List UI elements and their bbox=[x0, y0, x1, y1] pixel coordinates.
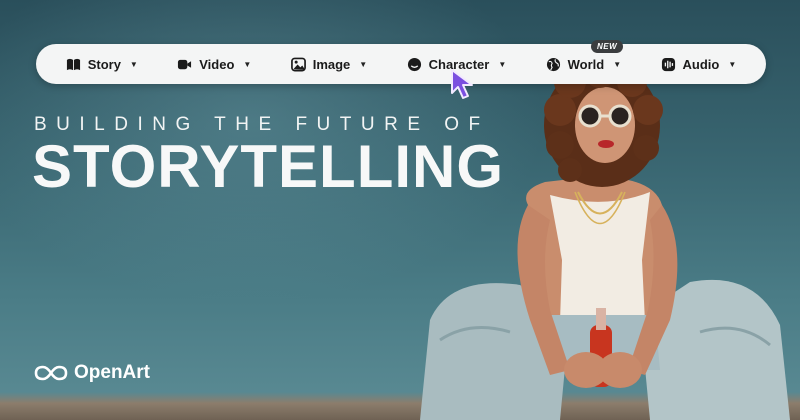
brand-name: OpenArt bbox=[74, 362, 150, 383]
chevron-down-icon: ▼ bbox=[359, 59, 368, 69]
book-icon bbox=[66, 58, 80, 70]
globe-icon bbox=[546, 57, 560, 71]
nav-item-video[interactable]: Video ▼ bbox=[177, 57, 251, 72]
chevron-down-icon: ▼ bbox=[728, 59, 737, 69]
nav-item-label: Audio bbox=[682, 56, 720, 72]
new-badge: NEW bbox=[590, 39, 624, 53]
chevron-down-icon: ▼ bbox=[129, 59, 138, 69]
chevron-down-icon: ▼ bbox=[613, 59, 622, 69]
chevron-down-icon: ▼ bbox=[498, 59, 507, 69]
nav-item-label: Story bbox=[87, 56, 121, 72]
nav-item-label: Image bbox=[312, 56, 351, 72]
nav-item-label: Video bbox=[199, 56, 235, 72]
image-icon bbox=[290, 57, 306, 71]
nav-item-image[interactable]: Image ▼ bbox=[290, 56, 368, 72]
video-camera-icon bbox=[178, 59, 192, 69]
openart-logo[interactable]: OpenArt bbox=[34, 362, 150, 384]
infinity-logo-icon bbox=[34, 365, 68, 381]
hero-headline: STORYTELLING bbox=[32, 133, 505, 200]
top-nav: Story ▼ Video ▼ Image ▼ Character ▼ NEW … bbox=[36, 39, 766, 84]
audio-wave-icon bbox=[661, 57, 675, 71]
nav-item-world[interactable]: NEW World ▼ bbox=[546, 39, 624, 72]
nav-item-audio[interactable]: Audio ▼ bbox=[661, 56, 737, 72]
smiley-icon bbox=[407, 57, 421, 71]
nav-item-label: World bbox=[567, 56, 605, 72]
mouse-cursor-icon bbox=[451, 69, 473, 99]
nav-item-story[interactable]: Story ▼ bbox=[66, 57, 138, 72]
chevron-down-icon: ▼ bbox=[243, 59, 252, 69]
